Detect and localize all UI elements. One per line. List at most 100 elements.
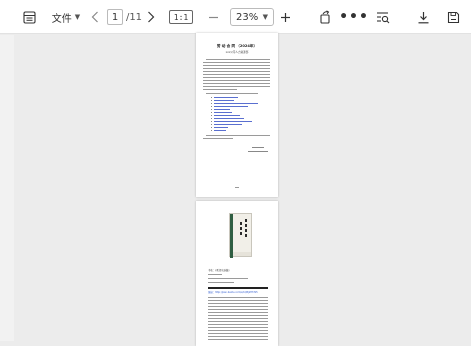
text-line xyxy=(208,297,268,299)
link-line[interactable] xyxy=(214,127,228,129)
link-line[interactable] xyxy=(214,100,234,102)
bullet xyxy=(211,112,213,114)
book-band xyxy=(233,252,251,256)
text-line xyxy=(208,278,248,280)
zoom-out-button[interactable] xyxy=(206,0,220,34)
more-options-button[interactable]: ••• xyxy=(339,0,368,34)
bullet xyxy=(211,130,213,132)
bullet xyxy=(211,103,213,105)
text-line xyxy=(203,138,233,140)
bullet xyxy=(211,115,213,117)
text-line xyxy=(203,89,237,91)
link-line[interactable] xyxy=(214,124,242,126)
text-line xyxy=(203,83,270,85)
previous-page-button[interactable] xyxy=(88,0,102,34)
text-line xyxy=(203,68,270,70)
document-page-2: 书名：《毛泽东选集》 链接：http://pan.baidu.com/s/1Q8… xyxy=(196,201,278,346)
fit-actual-size-label: 1:1 xyxy=(169,10,193,24)
text-line xyxy=(203,65,270,67)
download-button[interactable] xyxy=(414,0,432,34)
book-glyph xyxy=(245,234,247,237)
bullet xyxy=(211,118,213,120)
zoom-in-button[interactable] xyxy=(278,0,292,34)
page-total-label: /11 xyxy=(125,11,143,23)
page-1-subtitle: xxx公司人力资源部 xyxy=(225,51,249,54)
text-line xyxy=(203,86,270,88)
text-line xyxy=(203,80,270,82)
text-line xyxy=(203,77,270,79)
signature-date-line xyxy=(248,151,268,153)
text-line xyxy=(208,324,268,326)
bullet xyxy=(211,106,213,108)
text-line xyxy=(208,312,268,314)
book-glyph xyxy=(245,219,247,222)
page-number-mark xyxy=(235,187,239,188)
text-line xyxy=(208,306,268,308)
search-list-icon xyxy=(377,11,390,23)
page-2-caption-link[interactable]: 链接：http://pan.baidu.com/s/1Q8jkHhTz5 xyxy=(208,290,258,294)
bullet xyxy=(211,109,213,111)
text-line xyxy=(208,274,222,276)
save-button[interactable] xyxy=(444,0,462,34)
link-line[interactable] xyxy=(214,97,238,99)
text-line xyxy=(208,339,268,341)
chevron-right-icon xyxy=(148,11,155,23)
search-button[interactable] xyxy=(374,0,392,34)
zoom-level-box: 23% ▼ xyxy=(230,8,274,26)
toolbar: 文件 ▼ 1 /11 1:1 23% ▼ ••• xyxy=(0,0,471,34)
zoom-level-select[interactable]: 23% ▼ xyxy=(228,0,276,34)
file-menu-button[interactable]: 文件 ▼ xyxy=(50,0,82,34)
download-icon xyxy=(418,11,428,23)
text-line xyxy=(206,59,270,61)
plus-icon xyxy=(280,12,290,22)
text-line xyxy=(203,62,270,64)
link-line[interactable] xyxy=(214,118,244,120)
text-line xyxy=(208,327,268,329)
link-line[interactable] xyxy=(214,115,240,117)
text-line xyxy=(203,74,270,76)
text-line xyxy=(208,336,268,338)
bullet xyxy=(211,100,213,102)
zoom-level-value: 23% xyxy=(236,11,259,23)
text-line xyxy=(208,300,268,302)
link-line[interactable] xyxy=(214,103,258,105)
signature-line xyxy=(252,147,264,149)
rotate-icon xyxy=(319,10,330,24)
bullet xyxy=(211,121,213,123)
bullet xyxy=(211,127,213,129)
rotate-button[interactable] xyxy=(316,0,334,34)
text-line xyxy=(208,315,268,317)
text-line xyxy=(206,135,270,137)
bullet xyxy=(211,97,213,99)
document-page-1: 劳 动 合 同 （2024年） xxx公司人力资源部 xyxy=(196,33,278,197)
page-1-title: 劳 动 合 同 （2024年） xyxy=(216,44,258,48)
sidebar-toggle-button[interactable] xyxy=(18,0,40,34)
file-menu-label: 文件 xyxy=(51,13,72,25)
text-line xyxy=(206,93,258,95)
chevron-left-icon xyxy=(91,11,98,23)
fit-actual-size-button[interactable]: 1:1 xyxy=(166,0,196,34)
link-line[interactable] xyxy=(214,109,230,111)
text-line xyxy=(208,309,268,311)
page-2-caption-title: 书名：《毛泽东选集》 xyxy=(208,269,231,272)
text-line xyxy=(208,333,268,335)
save-icon xyxy=(447,11,459,23)
text-line xyxy=(208,318,268,320)
link-line[interactable] xyxy=(214,112,232,114)
book-glyph xyxy=(240,227,242,230)
minus-icon xyxy=(208,16,218,18)
book-glyph xyxy=(245,224,247,227)
sidebar-strip xyxy=(0,35,14,341)
page-number-input[interactable]: 1 xyxy=(107,9,123,25)
link-line[interactable] xyxy=(214,106,248,108)
text-line xyxy=(208,303,268,305)
next-page-button[interactable] xyxy=(144,0,158,34)
link-line[interactable] xyxy=(214,121,252,123)
text-line xyxy=(208,330,268,332)
link-line[interactable] xyxy=(214,130,226,132)
bullet xyxy=(211,124,213,126)
text-line xyxy=(208,282,234,284)
book-cover-image xyxy=(229,213,252,258)
book-glyph xyxy=(240,222,242,225)
bold-text-line xyxy=(208,287,268,289)
